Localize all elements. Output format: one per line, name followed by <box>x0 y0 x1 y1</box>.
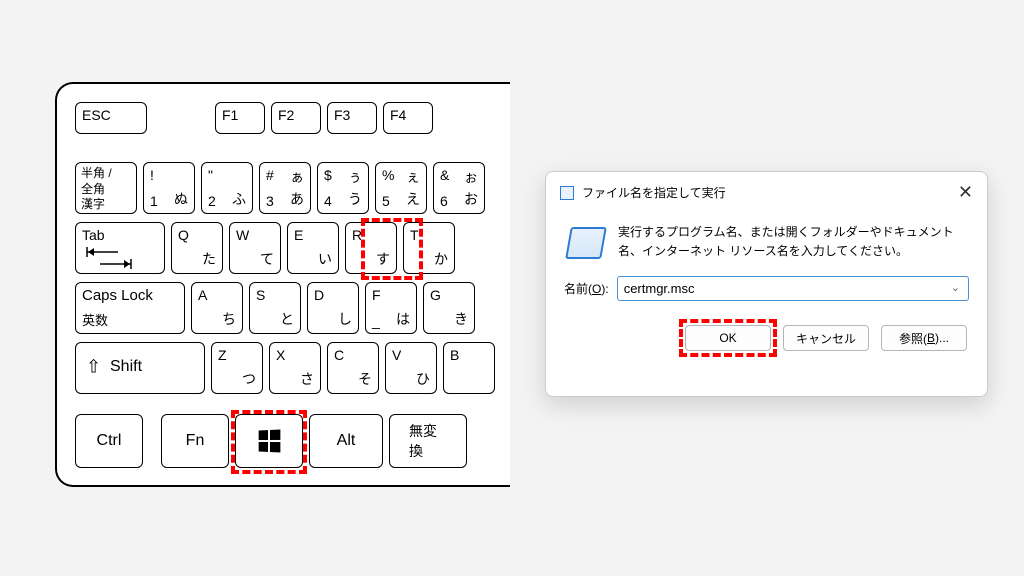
dialog-description: 実行するプログラム名、または開くフォルダーやドキュメント名、インターネット リソ… <box>618 219 969 260</box>
run-dialog: ファイル名を指定して実行 ✕ 実行するプログラム名、または開くフォルダーやドキュ… <box>545 171 988 397</box>
dialog-title: ファイル名を指定して実行 <box>582 184 958 201</box>
number-row: 半角 / 全角 漢字 !1ぬ "2ふ #ぁ3あ $ぅ4う %ぇ5え &ぉ6お <box>75 162 491 214</box>
key-fn[interactable]: Fn <box>161 414 229 468</box>
key-d[interactable]: Dし <box>307 282 359 334</box>
key-windows[interactable] <box>235 414 303 468</box>
key-v[interactable]: Vひ <box>385 342 437 394</box>
name-input[interactable]: certmgr.msc ⌄ <box>617 276 969 301</box>
key-t[interactable]: Tか <box>403 222 455 274</box>
key-ctrl[interactable]: Ctrl <box>75 414 143 468</box>
key-4[interactable]: $ぅ4う <box>317 162 369 214</box>
key-5[interactable]: %ぇ5え <box>375 162 427 214</box>
windows-logo-icon <box>259 429 281 452</box>
qwerty-row: Tab Qた Wて Eい Rす Tか <box>75 222 461 274</box>
key-f4[interactable]: F4 <box>383 102 433 134</box>
key-q[interactable]: Qた <box>171 222 223 274</box>
key-f[interactable]: F_は <box>365 282 417 334</box>
shift-arrow-icon: ⇧ <box>86 356 101 377</box>
key-b[interactable]: B <box>443 342 495 394</box>
name-value: certmgr.msc <box>624 281 695 296</box>
key-capslock[interactable]: Caps Lock 英数 <box>75 282 185 334</box>
ok-button[interactable]: OK <box>685 325 771 351</box>
key-tab[interactable]: Tab <box>75 222 165 274</box>
close-icon[interactable]: ✕ <box>958 182 973 203</box>
cancel-button[interactable]: キャンセル <box>783 325 869 351</box>
key-w[interactable]: Wて <box>229 222 281 274</box>
run-icon <box>560 186 574 200</box>
dialog-body: 実行するプログラム名、または開くフォルダーやドキュメント名、インターネット リソ… <box>546 213 987 260</box>
name-row: 名前(O): certmgr.msc ⌄ <box>546 260 987 301</box>
key-1[interactable]: !1ぬ <box>143 162 195 214</box>
key-r[interactable]: Rす <box>345 222 397 274</box>
chevron-down-icon[interactable]: ⌄ <box>951 281 960 294</box>
key-hankaku[interactable]: 半角 / 全角 漢字 <box>75 162 137 214</box>
asdf-row: Caps Lock 英数 Aち Sと Dし F_は Gき <box>75 282 481 334</box>
fn-row: ESC F1 F2 F3 F4 <box>75 102 439 134</box>
browse-button[interactable]: 参照(B)... <box>881 325 967 351</box>
button-row: OK キャンセル 参照(B)... <box>546 301 987 351</box>
bottom-row: Ctrl Fn Alt 無変換 <box>75 414 473 468</box>
key-z[interactable]: Zつ <box>211 342 263 394</box>
key-esc[interactable]: ESC <box>75 102 147 134</box>
titlebar: ファイル名を指定して実行 ✕ <box>546 172 987 213</box>
key-f1[interactable]: F1 <box>215 102 265 134</box>
name-label: 名前(O): <box>564 280 609 297</box>
run-large-icon <box>565 227 607 259</box>
key-alt[interactable]: Alt <box>309 414 383 468</box>
key-2[interactable]: "2ふ <box>201 162 253 214</box>
key-x[interactable]: Xさ <box>269 342 321 394</box>
tab-arrows-icon <box>86 247 134 269</box>
key-f3[interactable]: F3 <box>327 102 377 134</box>
key-3[interactable]: #ぁ3あ <box>259 162 311 214</box>
zxcv-row: ⇧ Shift Zつ Xさ Cそ Vひ B <box>75 342 501 394</box>
key-label: ESC <box>82 107 111 123</box>
key-muhenkan[interactable]: 無変換 <box>389 414 467 468</box>
key-g[interactable]: Gき <box>423 282 475 334</box>
key-shift[interactable]: ⇧ Shift <box>75 342 205 394</box>
key-c[interactable]: Cそ <box>327 342 379 394</box>
key-a[interactable]: Aち <box>191 282 243 334</box>
key-6[interactable]: &ぉ6お <box>433 162 485 214</box>
keyboard: ESC F1 F2 F3 F4 半角 / 全角 漢字 !1ぬ "2ふ #ぁ3あ … <box>55 82 510 487</box>
key-e[interactable]: Eい <box>287 222 339 274</box>
key-f2[interactable]: F2 <box>271 102 321 134</box>
key-s[interactable]: Sと <box>249 282 301 334</box>
